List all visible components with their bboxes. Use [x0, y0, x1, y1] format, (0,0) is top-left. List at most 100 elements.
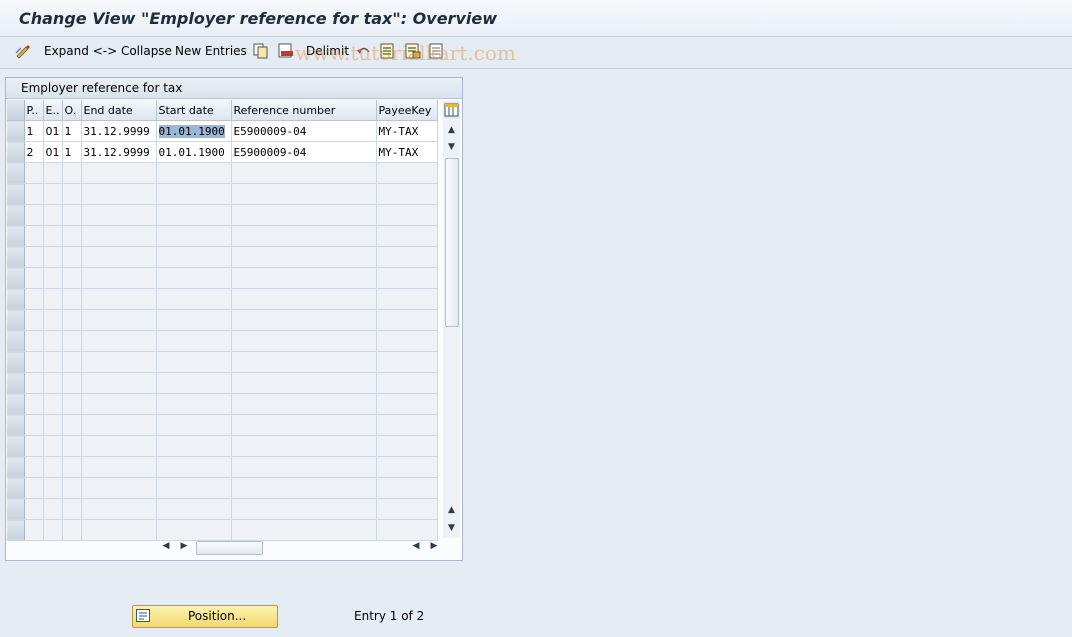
- empty-cell[interactable]: [156, 267, 232, 289]
- empty-cell[interactable]: [231, 393, 377, 415]
- empty-cell[interactable]: [24, 456, 44, 478]
- empty-cell[interactable]: [43, 204, 63, 226]
- scroll-left-icon[interactable]: ◀: [160, 541, 172, 551]
- expand-collapse-button[interactable]: Expand <-> Collapse: [44, 44, 172, 58]
- cell-o[interactable]: 1: [62, 141, 82, 163]
- cell-p[interactable]: 1: [24, 120, 44, 142]
- empty-cell[interactable]: [156, 435, 232, 457]
- empty-cell[interactable]: [376, 267, 438, 289]
- empty-cell[interactable]: [231, 477, 377, 499]
- empty-cell[interactable]: [24, 435, 44, 457]
- empty-cell[interactable]: [24, 162, 44, 184]
- empty-cell[interactable]: [62, 162, 82, 184]
- column-header-payeekey[interactable]: PayeeKey: [376, 100, 438, 121]
- empty-cell[interactable]: [156, 519, 232, 541]
- row-selector[interactable]: [7, 519, 25, 541]
- empty-cell[interactable]: [231, 351, 377, 373]
- empty-cell[interactable]: [81, 162, 157, 184]
- empty-cell[interactable]: [24, 393, 44, 415]
- copy-as-icon[interactable]: [253, 43, 269, 59]
- scroll-right-end-icon[interactable]: ▶: [428, 541, 440, 551]
- row-selector[interactable]: [7, 288, 25, 310]
- empty-cell[interactable]: [231, 372, 377, 394]
- empty-cell[interactable]: [81, 351, 157, 373]
- position-button[interactable]: Position...: [132, 605, 278, 628]
- empty-cell[interactable]: [376, 288, 438, 310]
- row-selector[interactable]: [7, 435, 25, 457]
- page-down-icon[interactable]: ▲: [443, 502, 460, 518]
- row-selector[interactable]: [7, 393, 25, 415]
- empty-cell[interactable]: [231, 519, 377, 541]
- empty-cell[interactable]: [24, 225, 44, 247]
- horizontal-scrollbar[interactable]: ◀ ▶ ◀ ▶: [156, 539, 446, 556]
- empty-cell[interactable]: [62, 183, 82, 205]
- new-entries-button[interactable]: New Entries: [175, 44, 247, 58]
- empty-cell[interactable]: [156, 393, 232, 415]
- empty-cell[interactable]: [62, 309, 82, 331]
- empty-cell[interactable]: [376, 225, 438, 247]
- row-selector[interactable]: [7, 477, 25, 499]
- row-selector[interactable]: [7, 414, 25, 436]
- select-all-icon[interactable]: [380, 43, 396, 59]
- empty-cell[interactable]: [24, 246, 44, 268]
- empty-cell[interactable]: [24, 183, 44, 205]
- empty-cell[interactable]: [24, 330, 44, 352]
- empty-cell[interactable]: [376, 519, 438, 541]
- empty-cell[interactable]: [43, 246, 63, 268]
- change-pencil-icon[interactable]: [15, 43, 31, 59]
- empty-cell[interactable]: [156, 498, 232, 520]
- column-header-reference-number[interactable]: Reference number: [231, 100, 377, 121]
- row-selector[interactable]: [7, 204, 25, 226]
- cell-payeekey[interactable]: MY-TAX: [376, 141, 438, 163]
- empty-cell[interactable]: [24, 498, 44, 520]
- empty-cell[interactable]: [24, 288, 44, 310]
- cell-e[interactable]: 01: [43, 120, 63, 142]
- empty-cell[interactable]: [62, 519, 82, 541]
- empty-cell[interactable]: [81, 225, 157, 247]
- empty-cell[interactable]: [81, 414, 157, 436]
- empty-cell[interactable]: [81, 267, 157, 289]
- row-selector[interactable]: [7, 225, 25, 247]
- empty-cell[interactable]: [62, 435, 82, 457]
- empty-cell[interactable]: [376, 351, 438, 373]
- empty-cell[interactable]: [43, 183, 63, 205]
- empty-cell[interactable]: [156, 456, 232, 478]
- scroll-down-icon[interactable]: ▼: [443, 520, 460, 536]
- empty-cell[interactable]: [376, 456, 438, 478]
- empty-cell[interactable]: [43, 456, 63, 478]
- empty-cell[interactable]: [156, 309, 232, 331]
- empty-cell[interactable]: [156, 414, 232, 436]
- empty-cell[interactable]: [231, 162, 377, 184]
- empty-cell[interactable]: [156, 372, 232, 394]
- empty-cell[interactable]: [81, 330, 157, 352]
- empty-cell[interactable]: [156, 225, 232, 247]
- vertical-scrollbar[interactable]: ▲ ▼ ▲ ▼: [443, 120, 460, 538]
- empty-cell[interactable]: [24, 351, 44, 373]
- scroll-right-icon[interactable]: ▶: [178, 541, 190, 551]
- empty-cell[interactable]: [24, 519, 44, 541]
- empty-cell[interactable]: [231, 288, 377, 310]
- empty-cell[interactable]: [24, 267, 44, 289]
- row-selector[interactable]: [7, 183, 25, 205]
- empty-cell[interactable]: [231, 225, 377, 247]
- empty-cell[interactable]: [43, 498, 63, 520]
- empty-cell[interactable]: [376, 204, 438, 226]
- empty-cell[interactable]: [156, 477, 232, 499]
- empty-cell[interactable]: [43, 267, 63, 289]
- cell-start-date[interactable]: 01.01.1900: [156, 141, 232, 163]
- empty-cell[interactable]: [376, 309, 438, 331]
- empty-cell[interactable]: [62, 330, 82, 352]
- empty-cell[interactable]: [376, 498, 438, 520]
- empty-cell[interactable]: [62, 456, 82, 478]
- cell-o[interactable]: 1: [62, 120, 82, 142]
- horizontal-scroll-thumb[interactable]: [196, 541, 263, 555]
- empty-cell[interactable]: [376, 477, 438, 499]
- page-up-icon[interactable]: ▼: [443, 139, 460, 155]
- cell-end-date[interactable]: 31.12.9999: [81, 120, 157, 142]
- cell-reference-number[interactable]: E5900009-04: [231, 120, 377, 142]
- empty-cell[interactable]: [62, 246, 82, 268]
- empty-cell[interactable]: [43, 393, 63, 415]
- row-selector[interactable]: [7, 372, 25, 394]
- scroll-left-end-icon[interactable]: ◀: [410, 541, 422, 551]
- cell-p[interactable]: 2: [24, 141, 44, 163]
